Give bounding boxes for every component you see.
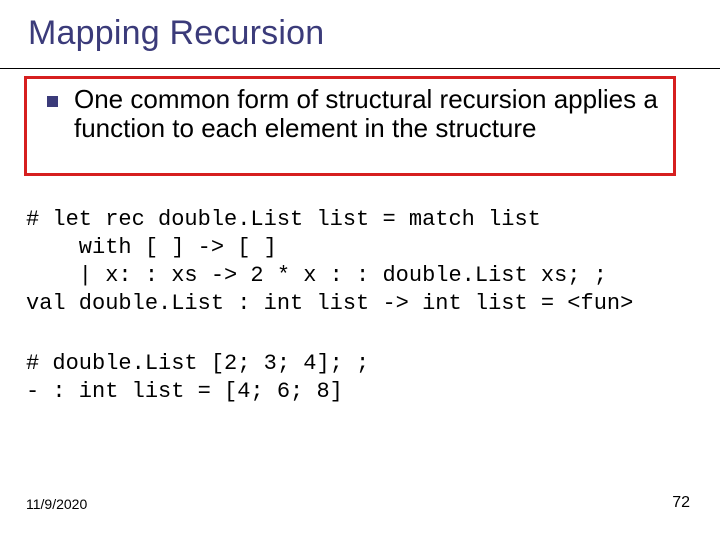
bullet-item: One common form of structural recursion …	[47, 85, 659, 142]
code-block-evaluation: # double.List [2; 3; 4]; ; - : int list …	[26, 350, 369, 406]
code-block-definition: # let rec double.List list = match list …	[26, 206, 633, 319]
bullet-text: One common form of structural recursion …	[74, 85, 659, 142]
square-bullet-icon	[47, 96, 58, 107]
highlight-box: One common form of structural recursion …	[24, 76, 676, 176]
footer-date: 11/9/2020	[26, 496, 87, 512]
title-underline	[0, 68, 720, 69]
slide: Mapping Recursion One common form of str…	[0, 0, 720, 540]
slide-title: Mapping Recursion	[28, 14, 324, 53]
footer-page-number: 72	[672, 494, 690, 512]
